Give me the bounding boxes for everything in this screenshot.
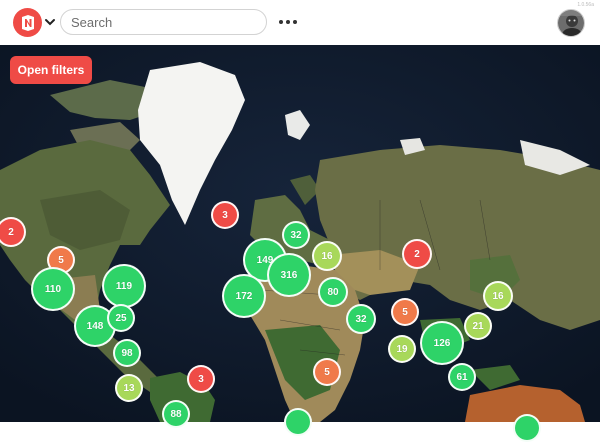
map-cluster-marker[interactable]: 16 <box>483 281 513 311</box>
map-cluster-marker[interactable]: 32 <box>282 221 310 249</box>
map-cluster-marker[interactable]: 13 <box>115 374 143 402</box>
search-input[interactable] <box>60 9 267 35</box>
chevron-down-icon[interactable] <box>44 16 56 28</box>
map-cluster-marker[interactable]: 21 <box>464 312 492 340</box>
map-cluster-marker[interactable]: 110 <box>31 267 75 311</box>
avatar[interactable] <box>557 9 585 37</box>
map-cluster-marker[interactable]: 3 <box>187 365 215 393</box>
map-cluster-marker[interactable]: 5 <box>391 298 419 326</box>
map-cluster-marker[interactable]: 61 <box>448 363 476 391</box>
map-cluster-marker[interactable]: 3 <box>211 201 239 229</box>
map-cluster-marker[interactable]: 126 <box>420 321 464 365</box>
map-cluster-marker[interactable] <box>513 414 541 442</box>
top-bar: 1.0.56a <box>0 0 600 45</box>
map-cluster-marker[interactable]: 172 <box>222 274 266 318</box>
map-cluster-marker[interactable]: 19 <box>388 335 416 363</box>
map-cluster-marker[interactable]: 2 <box>402 239 432 269</box>
map-cluster-marker[interactable]: 80 <box>318 277 348 307</box>
map-cluster-marker[interactable]: 98 <box>113 339 141 367</box>
map-cluster-marker[interactable]: 119 <box>102 264 146 308</box>
map-cluster-marker[interactable]: 32 <box>346 304 376 334</box>
app-logo-icon[interactable] <box>13 8 42 37</box>
map-cluster-marker[interactable]: 316 <box>267 253 311 297</box>
map-cluster-marker[interactable]: 88 <box>162 400 190 428</box>
open-filters-button[interactable]: Open filters <box>10 56 92 84</box>
version-label: 1.0.56a <box>577 2 594 8</box>
map-cluster-marker[interactable]: 16 <box>312 241 342 271</box>
map-cluster-marker[interactable]: 5 <box>313 358 341 386</box>
more-options-icon[interactable] <box>279 14 297 30</box>
map-cluster-marker[interactable] <box>284 408 312 436</box>
map-cluster-marker[interactable]: 25 <box>107 304 135 332</box>
